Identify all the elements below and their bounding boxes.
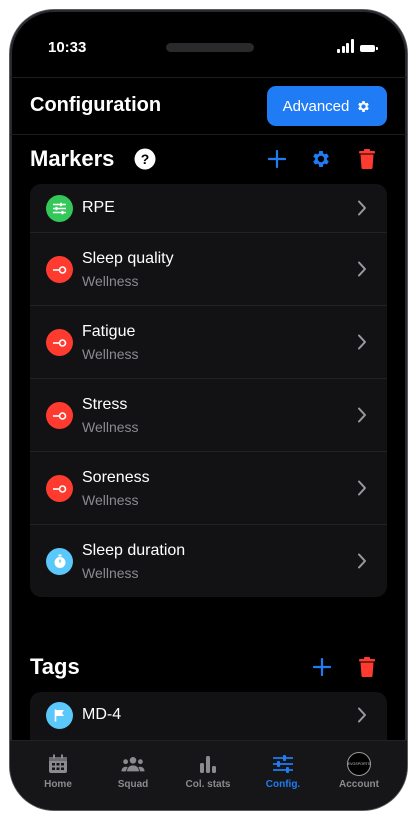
plus-icon [313, 658, 331, 676]
advanced-button-label: Advanced [282, 97, 350, 115]
marker-category: Wellness [82, 273, 139, 289]
marker-row-soreness[interactable]: Soreness Wellness [30, 451, 387, 524]
marker-row-fatigue[interactable]: Fatigue Wellness [30, 305, 387, 378]
markers-list: RPE Sleep quality Wellness Fatigue Welln… [30, 184, 387, 597]
tab-label: Config. [265, 779, 301, 790]
tab-bar: Home Squad Col. stats Config. EVOSPORTS … [10, 740, 407, 810]
sliders-icon [271, 753, 295, 775]
header: Configuration Advanced [10, 78, 407, 134]
tags-title: Tags [30, 654, 80, 679]
tab-label: Home [44, 779, 72, 790]
chevron-right-icon [358, 200, 366, 216]
marker-category: Wellness [82, 565, 139, 581]
bar-chart-icon [196, 753, 220, 775]
tag-name: MD-4 [82, 706, 122, 723]
slider-knob-icon [46, 256, 73, 283]
marker-category: Wellness [82, 419, 139, 435]
status-bar: 10:33 [10, 10, 407, 80]
stopwatch-icon [46, 548, 73, 575]
chevron-right-icon [358, 480, 366, 496]
sliders-icon [46, 195, 73, 222]
marker-row-sleep-quality[interactable]: Sleep quality Wellness [30, 232, 387, 305]
marker-row-rpe[interactable]: RPE [30, 184, 387, 232]
group-icon [121, 753, 145, 775]
avatar: EVOSPORTS [347, 752, 371, 776]
status-time: 10:33 [48, 39, 87, 56]
tab-label: Squad [117, 779, 149, 790]
marker-name: Fatigue [82, 323, 136, 340]
trash-icon [359, 149, 375, 169]
dynamic-island [166, 43, 254, 52]
chevron-right-icon [358, 553, 366, 569]
tab-label: Account [339, 779, 379, 790]
delete-tag-button[interactable] [355, 655, 379, 679]
slider-knob-icon [46, 402, 73, 429]
chevron-right-icon [358, 334, 366, 350]
advanced-button[interactable]: Advanced [267, 86, 387, 126]
tab-home[interactable]: Home [20, 741, 96, 801]
marker-name: Soreness [82, 469, 150, 486]
calendar-icon [46, 753, 70, 775]
tab-config[interactable]: Config. [245, 741, 321, 801]
slider-knob-icon [46, 329, 73, 356]
marker-row-stress[interactable]: Stress Wellness [30, 378, 387, 451]
chevron-right-icon [358, 407, 366, 423]
chevron-right-icon [358, 261, 366, 277]
phone-screen: 10:33 Configuration Advanced Markers ? R… [10, 10, 407, 810]
svg-text:?: ? [141, 151, 150, 167]
help-icon[interactable]: ? [134, 148, 156, 170]
page-title: Configuration [30, 94, 162, 116]
slider-knob-icon [46, 475, 73, 502]
delete-marker-button[interactable] [355, 147, 379, 171]
marker-name: Sleep quality [82, 250, 174, 267]
plus-icon [268, 150, 286, 168]
gear-icon [358, 100, 370, 112]
marker-name: Sleep duration [82, 542, 186, 559]
gear-icon [313, 151, 329, 167]
marker-name: Stress [82, 396, 128, 413]
tab-account[interactable]: EVOSPORTS Account [321, 741, 397, 801]
marker-settings-button[interactable] [309, 147, 333, 171]
markers-title: Markers [30, 146, 115, 171]
tab-squad[interactable]: Squad [95, 741, 171, 801]
signal-icon [337, 39, 354, 53]
add-tag-button[interactable] [310, 655, 334, 679]
flag-icon [46, 702, 73, 729]
marker-row-sleep-duration[interactable]: Sleep duration Wellness [30, 524, 387, 597]
chevron-right-icon [358, 707, 366, 723]
add-marker-button[interactable] [265, 147, 289, 171]
trash-icon [359, 657, 375, 677]
tag-row-md-4[interactable]: MD-4 [30, 692, 387, 740]
marker-name: RPE [82, 199, 115, 216]
marker-category: Wellness [82, 492, 139, 508]
marker-category: Wellness [82, 346, 139, 362]
tab-label: Col. stats [185, 779, 231, 790]
battery-icon [360, 45, 378, 52]
tab-col-stats[interactable]: Col. stats [170, 741, 246, 801]
avatar-icon: EVOSPORTS [347, 752, 371, 776]
divider [10, 134, 407, 135]
